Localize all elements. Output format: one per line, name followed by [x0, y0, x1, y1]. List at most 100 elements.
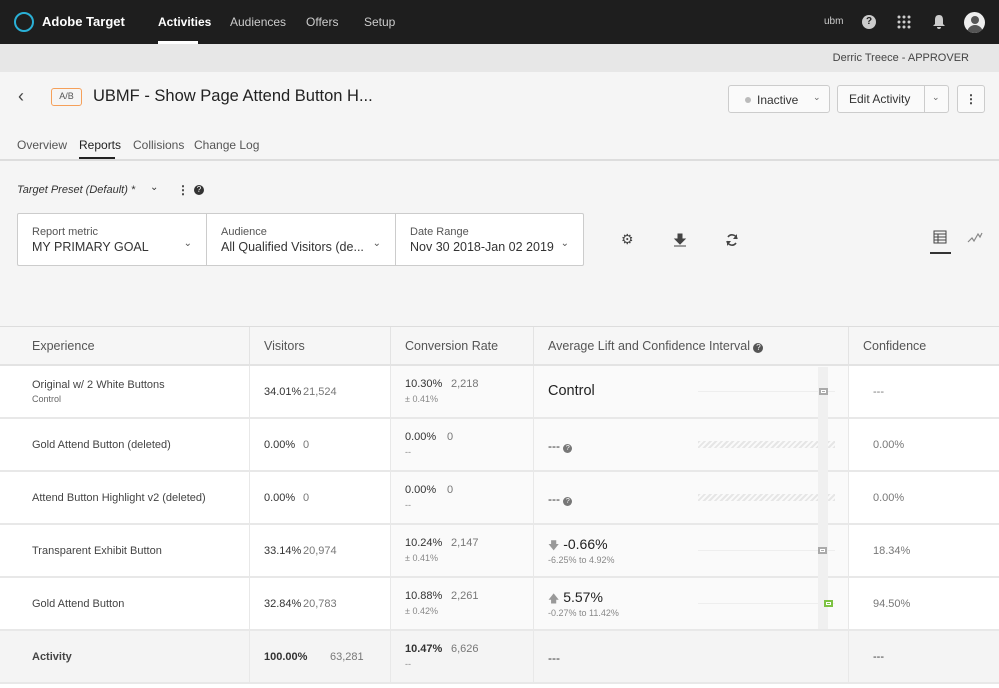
chevron-down-icon: ⌄: [560, 238, 569, 249]
table-row[interactable]: Original w/ 2 White Buttons Control 34.0…: [0, 366, 999, 419]
preset-dropdown[interactable]: Target Preset (Default) *: [17, 184, 135, 196]
tab-collisions[interactable]: Collisions: [133, 138, 184, 152]
conversion-ci: ± 0.42%: [405, 606, 438, 616]
nav-setup[interactable]: Setup: [364, 15, 395, 29]
confidence-value: 0.00%: [873, 492, 905, 504]
header-average-lift[interactable]: Average Lift and Confidence Interval ?: [534, 327, 849, 366]
table-row[interactable]: Gold Attend Button 32.84% 20,783 10.88% …: [0, 578, 999, 631]
lift-cell: --- ?: [534, 419, 849, 470]
tabs-divider: [0, 159, 999, 161]
nav-audiences[interactable]: Audiences: [230, 15, 286, 29]
help-icon[interactable]: ?: [563, 444, 573, 453]
experience-cell: Original w/ 2 White Buttons Control: [0, 366, 250, 417]
user-bar: Derric Treece - APPROVER: [0, 44, 999, 72]
visitors-percent: 0.00%: [264, 439, 296, 451]
conversion-rate: 10.24%: [405, 537, 443, 549]
report-metric-dropdown[interactable]: Report metric MY PRIMARY GOAL ⌄: [18, 214, 207, 265]
lift-interval-track: [698, 391, 835, 392]
lift-interval-marker: [819, 388, 828, 395]
experience-name[interactable]: Original w/ 2 White Buttons: [32, 379, 165, 391]
header-experience[interactable]: Experience: [0, 327, 250, 366]
table-row[interactable]: Transparent Exhibit Button 33.14% 20,974…: [0, 525, 999, 578]
audience-label: Audience: [221, 226, 267, 238]
audience-dropdown[interactable]: Audience All Qualified Visitors (de... ⌄: [207, 214, 396, 265]
header-visitors[interactable]: Visitors: [250, 327, 391, 366]
download-icon[interactable]: [673, 233, 687, 247]
settings-gear-icon[interactable]: ⚙: [621, 231, 634, 248]
conversion-ci: --: [405, 500, 411, 510]
experience-cell: Activity: [0, 631, 250, 682]
confidence-cell: ---: [849, 631, 999, 682]
lift-value: --- ?: [548, 492, 573, 506]
preset-more-icon[interactable]: ⋮: [177, 183, 189, 197]
date-label: Date Range: [410, 226, 469, 238]
confidence-cell: 0.00%: [849, 419, 999, 470]
conversion-rate-cell: 10.30% 2,218 ± 0.41%: [391, 366, 534, 417]
arrow-up-icon: 🡅: [548, 593, 560, 605]
more-options-button[interactable]: ⋮: [957, 85, 985, 113]
lift-interval-bar-empty: [698, 441, 835, 448]
help-icon[interactable]: ?: [194, 185, 204, 195]
lift-percent: -0.66%: [563, 536, 608, 552]
conversions-count: 6,626: [451, 643, 479, 655]
lift-value: ---: [548, 651, 560, 665]
table-row[interactable]: Attend Button Highlight v2 (deleted) 0.0…: [0, 472, 999, 525]
table-row[interactable]: Activity 100.00% 63,281 10.47% 6,626 -- …: [0, 631, 999, 684]
header-conversion-rate[interactable]: Conversion Rate: [391, 327, 534, 366]
table-row[interactable]: Gold Attend Button (deleted) 0.00% 0 0.0…: [0, 419, 999, 472]
lift-value: Control: [548, 383, 595, 399]
confidence-value: ---: [873, 651, 884, 663]
table-view-icon[interactable]: [933, 230, 947, 244]
lift-value: --- ?: [548, 439, 573, 453]
lift-interval-track: [698, 550, 835, 551]
confidence-cell: ---: [849, 366, 999, 417]
visitors-count: 0: [303, 492, 310, 504]
nav-offers[interactable]: Offers: [306, 15, 338, 29]
experience-name[interactable]: Gold Attend Button: [32, 598, 124, 610]
status-dot-icon: [745, 97, 751, 103]
experience-name[interactable]: Attend Button Highlight v2 (deleted): [32, 492, 206, 504]
chevron-down-icon[interactable]: ⌄: [932, 92, 940, 103]
help-icon[interactable]: ?: [563, 497, 573, 506]
edit-activity-button[interactable]: Edit Activity ⌄: [837, 85, 949, 113]
date-value: Nov 30 2018-Jan 02 2019: [410, 240, 554, 254]
user-avatar[interactable]: [964, 12, 985, 33]
visitors-count: 63,281: [330, 651, 364, 663]
experience-name[interactable]: Gold Attend Button (deleted): [32, 439, 171, 451]
tab-reports[interactable]: Reports: [79, 138, 121, 152]
conversion-rate: 0.00%: [405, 431, 437, 443]
apps-grid-icon[interactable]: [897, 15, 911, 29]
lift-cell: 🡅 5.57% -0.27% to 11.42%: [534, 578, 849, 629]
notification-bell-icon[interactable]: [932, 14, 946, 30]
visitors-cell: 32.84% 20,783: [250, 578, 391, 629]
header-confidence[interactable]: Confidence: [849, 327, 999, 366]
visitors-percent: 33.14%: [264, 545, 302, 557]
nav-activities[interactable]: Activities: [158, 15, 211, 29]
conversions-count: 2,218: [451, 378, 479, 390]
status-dropdown[interactable]: Inactive ⌄: [728, 85, 830, 113]
tab-change-log[interactable]: Change Log: [194, 138, 259, 152]
metric-label: Report metric: [32, 226, 99, 238]
visitors-cell: 34.01% 21,524: [250, 366, 391, 417]
help-icon[interactable]: ?: [753, 343, 764, 353]
date-range-dropdown[interactable]: Date Range Nov 30 2018-Jan 02 2019 ⌄: [396, 214, 583, 265]
experience-name[interactable]: Transparent Exhibit Button: [32, 545, 162, 557]
conversion-rate: 0.00%: [405, 484, 437, 496]
conversion-rate-cell: 10.47% 6,626 --: [391, 631, 534, 682]
conversion-ci: --: [405, 447, 411, 457]
chevron-down-icon: ⌄: [183, 238, 192, 249]
back-chevron-icon[interactable]: ‹: [18, 86, 24, 107]
visitors-count: 21,524: [303, 386, 337, 398]
audience-value: All Qualified Visitors (de...: [221, 240, 364, 254]
lift-interval-track: [698, 603, 835, 604]
tab-overview[interactable]: Overview: [17, 138, 67, 152]
chevron-down-icon[interactable]: ⌄: [150, 182, 158, 193]
visitors-cell: 33.14% 20,974: [250, 525, 391, 576]
lift-range: -0.27% to 11.42%: [548, 608, 619, 618]
line-chart-view-icon[interactable]: [967, 231, 983, 243]
refresh-icon[interactable]: [725, 233, 739, 247]
visitors-percent: 0.00%: [264, 492, 296, 504]
org-name[interactable]: ubm: [824, 16, 843, 27]
visitors-count: 20,783: [303, 598, 337, 610]
help-icon[interactable]: ?: [862, 15, 876, 29]
